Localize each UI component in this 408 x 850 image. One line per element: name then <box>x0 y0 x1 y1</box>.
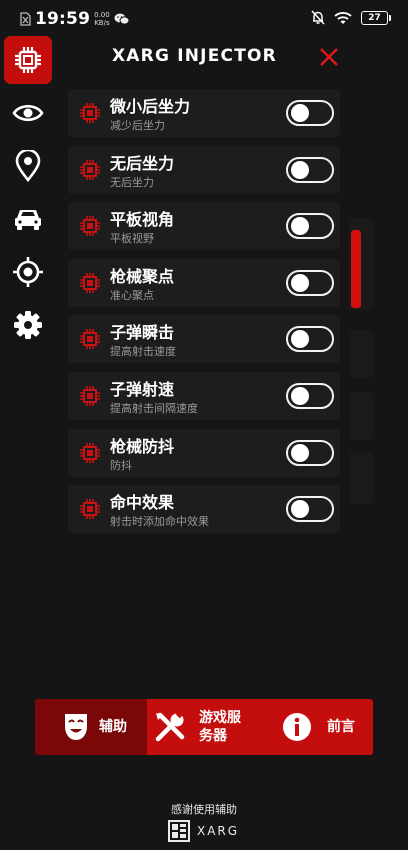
scroll-track-segment <box>349 330 373 378</box>
tab-game-server-label: 游戏服 务器 <box>199 709 241 745</box>
feature-toggle[interactable] <box>286 439 334 466</box>
tools-icon <box>155 711 185 742</box>
tab-game-server-label-line2: 务器 <box>199 728 227 744</box>
toggle-knob <box>291 160 309 179</box>
status-bar-right: 27 <box>311 10 391 25</box>
eye-icon <box>12 104 44 122</box>
nav-location[interactable] <box>4 142 52 190</box>
feature-description: 减少后坐力 <box>110 119 165 132</box>
feature-row: 枪械防抖 防抖 <box>68 428 340 477</box>
mute-bell-icon <box>311 10 325 25</box>
wifi-icon <box>334 11 352 24</box>
feature-label: 平板视角 <box>110 210 175 230</box>
chip-icon <box>80 216 100 237</box>
feature-description: 提高射击间隔速度 <box>110 401 198 415</box>
footer-logo-text: XARG <box>197 824 240 838</box>
feature-row: 枪械聚点 准心聚点 <box>68 258 340 307</box>
feature-row: 无后坐力 无后坐力 <box>68 145 340 194</box>
status-bar: 19:59 0.00 KB/s 27 <box>0 0 408 34</box>
tab-preface[interactable]: 前言 <box>273 699 373 755</box>
toggle-knob <box>291 500 309 519</box>
network-speed: 0.00 KB/s <box>94 11 110 27</box>
scroll-track-segment <box>349 392 373 440</box>
chip-icon <box>80 103 100 123</box>
feature-label: 子弹瞬击 <box>110 323 175 343</box>
tab-game-server[interactable]: 游戏服 务器 <box>147 699 273 755</box>
feature-label: 子弹射速 <box>110 379 175 399</box>
status-bar-left: 19:59 0.00 KB/s <box>20 9 130 29</box>
xarg-logo-icon <box>168 820 190 842</box>
chip-icon <box>80 329 100 350</box>
app-title: XARG INJECTOR <box>112 46 277 66</box>
tab-game-server-label-line1: 游戏服 <box>199 710 241 726</box>
feature-label: 枪械聚点 <box>110 266 175 286</box>
nav-settings[interactable] <box>4 301 52 349</box>
scroll-track-segment <box>349 452 373 504</box>
toggle-knob <box>291 273 309 292</box>
feature-row: 命中效果射击时添加命中效果 <box>68 485 340 534</box>
feature-label: 无后坐力 <box>110 153 175 173</box>
feature-list: 微小后坐力 减少后坐力 无后坐力 无后坐力 平板视角 平板视野 枪械聚点 准心聚点 子弹瞬击 提高… <box>68 89 340 542</box>
feature-label: 命中效果 <box>110 493 175 513</box>
chip-icon <box>80 385 100 406</box>
toggle-knob <box>291 443 309 462</box>
bottom-tab-bar: 辅助 游戏服 务器 前言 <box>35 699 373 755</box>
feature-row: 子弹射速提高射击间隔速度 <box>68 371 340 420</box>
chip-icon <box>80 442 100 463</box>
tab-assist[interactable]: 辅助 <box>35 699 147 755</box>
feature-label: 枪械防抖 <box>110 436 175 456</box>
feature-label: 微小后坐力 <box>110 97 191 116</box>
chip-icon <box>80 499 100 520</box>
feature-toggle[interactable] <box>286 496 334 523</box>
toggle-knob <box>291 104 309 122</box>
feature-toggle[interactable] <box>286 156 334 183</box>
feature-description: 无后坐力 <box>110 175 154 189</box>
close-icon[interactable] <box>318 46 340 68</box>
wechat-icon <box>114 13 130 25</box>
nav-eye[interactable] <box>4 89 52 137</box>
tab-assist-label: 辅助 <box>99 719 127 735</box>
feature-toggle[interactable] <box>286 326 334 353</box>
tab-preface-label: 前言 <box>327 719 355 735</box>
battery-indicator: 27 <box>361 10 391 25</box>
chip-icon <box>80 159 100 180</box>
mask-icon <box>65 714 87 740</box>
chip-icon <box>80 272 100 293</box>
nav-car[interactable] <box>4 195 52 243</box>
feature-description: 准心聚点 <box>110 288 154 302</box>
no-sim-icon <box>20 12 31 26</box>
feature-toggle[interactable] <box>286 213 334 240</box>
feature-row: 平板视角 平板视野 <box>68 202 340 251</box>
gear-icon <box>14 311 42 339</box>
feature-description: 射击时添加命中效果 <box>110 515 209 529</box>
car-icon <box>15 210 41 230</box>
feature-description: 提高射击速度 <box>110 345 176 359</box>
footer-logo: XARG <box>168 820 239 842</box>
location-pin-icon <box>15 150 41 182</box>
feature-description: 防抖 <box>110 458 132 472</box>
feature-description: 平板视野 <box>110 232 154 246</box>
toggle-knob <box>291 217 309 236</box>
scrollbar-thumb[interactable] <box>351 230 361 308</box>
nav-crosshair[interactable] <box>4 248 52 296</box>
feature-toggle[interactable] <box>286 100 334 126</box>
feature-toggle[interactable] <box>286 382 334 409</box>
network-speed-value: 0.00 <box>94 11 110 19</box>
chip-icon <box>15 47 41 73</box>
toggle-knob <box>291 386 309 405</box>
crosshair-icon <box>13 257 43 287</box>
info-icon <box>283 713 311 741</box>
feature-row: 微小后坐力减少后坐力 <box>68 89 340 137</box>
toggle-knob <box>291 330 309 349</box>
nav-chip[interactable] <box>4 36 52 84</box>
footer-thanks: 感谢使用辅助 <box>171 803 237 816</box>
feature-row: 子弹瞬击提高射击速度 <box>68 315 340 364</box>
side-nav <box>4 36 54 354</box>
feature-toggle[interactable] <box>286 269 334 296</box>
network-speed-unit: KB/s <box>94 19 110 27</box>
clock: 19:59 <box>35 9 91 29</box>
